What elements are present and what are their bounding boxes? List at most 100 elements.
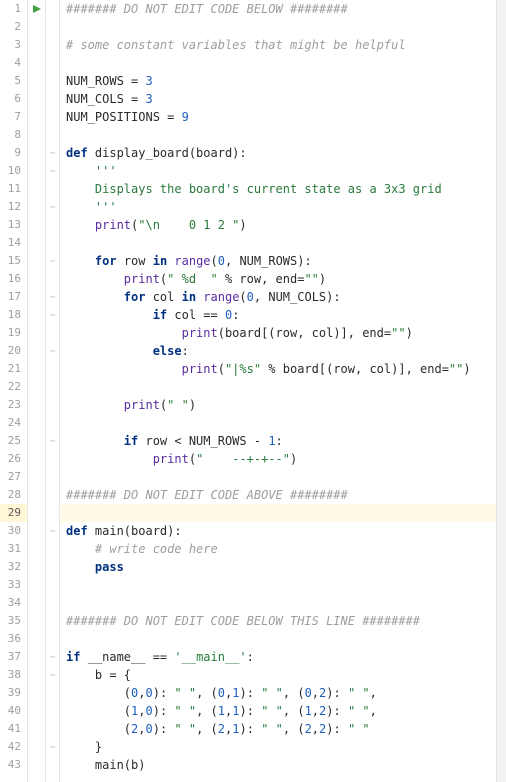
code-line[interactable]: NUM_ROWS = 3 [60, 72, 506, 90]
token-op: , [312, 722, 319, 736]
code-line[interactable]: Displays the board's current state as a … [60, 180, 506, 198]
marker-empty [28, 144, 45, 162]
token-st: Displays the board's current state as a … [95, 182, 442, 196]
code-line[interactable] [60, 234, 506, 252]
code-line[interactable]: (0,0): " ", (0,1): " ", (0,2): " ", [60, 684, 506, 702]
code-line[interactable]: for col in range(0, NUM_COLS): [60, 288, 506, 306]
fold-toggle-icon[interactable]: − [46, 306, 59, 324]
code-line[interactable]: print(board[(row, col)], end="") [60, 324, 506, 342]
code-line[interactable] [60, 468, 506, 486]
code-line[interactable] [60, 594, 506, 612]
token-bi: print [124, 272, 160, 286]
code-line[interactable] [60, 126, 506, 144]
run-marker-gutter [28, 0, 46, 782]
code-line[interactable]: print(" --+-+--") [60, 450, 506, 468]
code-line[interactable]: ####### DO NOT EDIT CODE BELOW THIS LINE… [60, 612, 506, 630]
token-num: 0 [146, 686, 153, 700]
token-op [66, 182, 95, 196]
fold-toggle-icon[interactable]: − [46, 288, 59, 306]
code-line[interactable]: ####### DO NOT EDIT CODE BELOW ######## [60, 0, 506, 18]
fold-empty [46, 36, 59, 54]
code-line[interactable]: print(" %d " % row, end="") [60, 270, 506, 288]
fold-empty [46, 702, 59, 720]
marker-empty [28, 666, 45, 684]
fold-toggle-icon[interactable]: − [46, 198, 59, 216]
marker-empty [28, 612, 45, 630]
code-line[interactable] [60, 630, 506, 648]
marker-empty [28, 108, 45, 126]
token-num: 0 [218, 254, 225, 268]
token-bi: range [203, 290, 239, 304]
fold-toggle-icon[interactable]: − [46, 432, 59, 450]
code-line[interactable]: if row < NUM_ROWS - 1: [60, 432, 506, 450]
code-line[interactable]: (1,0): " ", (1,1): " ", (1,2): " ", [60, 702, 506, 720]
token-bi: print [182, 326, 218, 340]
code-line[interactable] [60, 504, 506, 522]
token-op [66, 344, 153, 358]
line-number: 17 [0, 288, 27, 306]
code-line[interactable]: # write code here [60, 540, 506, 558]
marker-empty [28, 270, 45, 288]
fold-empty [46, 18, 59, 36]
line-number-gutter: 1234567891011121314151617181920212223242… [0, 0, 28, 782]
token-st: ''' [95, 164, 117, 178]
code-line[interactable]: NUM_COLS = 3 [60, 90, 506, 108]
code-line[interactable]: if __name__ == '__main__': [60, 648, 506, 666]
code-line[interactable] [60, 54, 506, 72]
code-line[interactable]: ####### DO NOT EDIT CODE ABOVE ######## [60, 486, 506, 504]
code-line[interactable]: (2,0): " ", (2,1): " ", (2,2): " " [60, 720, 506, 738]
code-line[interactable]: NUM_POSITIONS = 9 [60, 108, 506, 126]
marker-empty [28, 342, 45, 360]
line-number: 39 [0, 684, 27, 702]
fold-toggle-icon[interactable]: − [46, 648, 59, 666]
code-line[interactable]: pass [60, 558, 506, 576]
code-line[interactable]: print(" ") [60, 396, 506, 414]
marker-empty [28, 252, 45, 270]
code-line[interactable]: # some constant variables that might be … [60, 36, 506, 54]
line-number: 11 [0, 180, 27, 198]
code-line[interactable]: def main(board): [60, 522, 506, 540]
line-number: 5 [0, 72, 27, 90]
code-line[interactable] [60, 414, 506, 432]
token-num: 0 [146, 704, 153, 718]
fold-toggle-icon[interactable]: − [46, 522, 59, 540]
fold-toggle-icon[interactable]: − [46, 666, 59, 684]
fold-empty [46, 630, 59, 648]
code-line[interactable]: b = { [60, 666, 506, 684]
fold-toggle-icon[interactable]: − [46, 144, 59, 162]
fold-toggle-icon[interactable]: − [46, 252, 59, 270]
run-icon[interactable] [28, 0, 45, 18]
token-op: ) [406, 326, 413, 340]
code-line[interactable]: else: [60, 342, 506, 360]
code-line[interactable]: def display_board(board): [60, 144, 506, 162]
code-line[interactable]: ''' [60, 162, 506, 180]
fold-toggle-icon[interactable]: − [46, 342, 59, 360]
marker-empty [28, 558, 45, 576]
code-line[interactable]: if col == 0: [60, 306, 506, 324]
fold-toggle-icon[interactable]: − [46, 738, 59, 756]
code-line[interactable] [60, 18, 506, 36]
code-line[interactable]: ''' [60, 198, 506, 216]
token-cm: # write code here [95, 542, 218, 556]
code-line[interactable]: main(b) [60, 756, 506, 774]
code-area[interactable]: ####### DO NOT EDIT CODE BELOW ######## #… [60, 0, 506, 782]
token-num: 0 [218, 686, 225, 700]
code-line[interactable]: print("|%s" % board[(row, col)], end="") [60, 360, 506, 378]
token-op [66, 308, 153, 322]
marker-empty [28, 360, 45, 378]
code-line[interactable]: } [60, 738, 506, 756]
code-line[interactable]: for row in range(0, NUM_ROWS): [60, 252, 506, 270]
token-cm: ####### DO NOT EDIT CODE BELOW THIS LINE… [66, 614, 420, 628]
code-line[interactable] [60, 378, 506, 396]
vertical-scrollbar[interactable] [496, 0, 506, 782]
marker-empty [28, 630, 45, 648]
line-number: 43 [0, 756, 27, 774]
code-line[interactable]: print("\n 0 1 2 ") [60, 216, 506, 234]
fold-empty [46, 450, 59, 468]
fold-toggle-icon[interactable]: − [46, 162, 59, 180]
code-line[interactable] [60, 576, 506, 594]
token-op: ( [211, 254, 218, 268]
line-number: 24 [0, 414, 27, 432]
fold-empty [46, 270, 59, 288]
token-kw: in [182, 290, 204, 304]
